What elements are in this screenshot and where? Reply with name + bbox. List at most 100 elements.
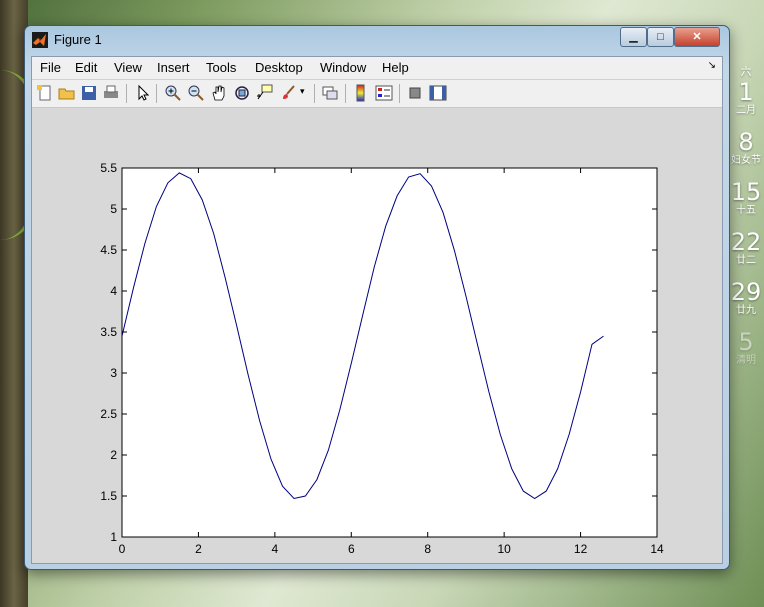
calendar-lunar-date: 十五: [736, 205, 756, 216]
link-plot-graphic: [322, 86, 338, 100]
menu-edit[interactable]: Edit: [75, 60, 97, 75]
print-graphic: [104, 85, 118, 98]
open-file-icon[interactable]: [58, 84, 76, 102]
menu-desktop[interactable]: Desktop: [255, 60, 303, 75]
link-plot-icon[interactable]: [321, 84, 339, 102]
calendar-day: 22: [730, 228, 762, 256]
y-tick-label: 1.5: [100, 489, 117, 503]
calendar-gadget[interactable]: 六 1 二月 8 妇女节 15 十五 22 廿二 29 廿九 5 清明: [728, 60, 764, 379]
brush-icon[interactable]: [280, 84, 298, 102]
calendar-weekday: 六: [740, 65, 752, 78]
calendar-entry[interactable]: 29 廿九: [728, 279, 764, 329]
calendar-day: 8: [738, 128, 754, 156]
x-tick-label: 6: [348, 542, 355, 556]
toolbar-separator: [156, 84, 157, 103]
rotate-3d-icon[interactable]: [233, 84, 251, 102]
hide-plot-tools-icon[interactable]: [406, 84, 424, 102]
calendar-entry[interactable]: 8 妇女节: [728, 129, 764, 179]
toolbar-separator: [314, 84, 315, 103]
hide-plot-tools-graphic: [409, 87, 421, 99]
calendar-entry[interactable]: 1 二月: [728, 79, 764, 129]
calendar-lunar-date: 妇女节: [731, 155, 761, 166]
menu-tools[interactable]: Tools: [206, 60, 236, 75]
y-tick-label: 4: [110, 284, 117, 298]
y-tick-label: 5: [110, 202, 117, 216]
matlab-icon-graphic: [33, 34, 46, 46]
calendar-day: 1: [738, 78, 754, 106]
menu-file[interactable]: File: [40, 60, 61, 75]
legend-icon[interactable]: [375, 84, 393, 102]
calendar-entry[interactable]: 15 十五: [728, 179, 764, 229]
x-tick-label: 10: [497, 542, 511, 556]
calendar-day: 5: [738, 328, 754, 356]
new-figure-icon[interactable]: [36, 84, 54, 102]
pan-graphic: [212, 85, 225, 101]
rotate-3d-graphic: [235, 86, 249, 100]
zoom-in-icon[interactable]: [164, 84, 182, 102]
x-tick-label: 12: [574, 542, 588, 556]
calendar-lunar-date: 廿九: [736, 305, 756, 316]
dock-arrow-icon[interactable]: ↘: [708, 60, 716, 71]
y-tick-label: 1: [110, 530, 117, 544]
menu-help[interactable]: Help: [382, 60, 409, 75]
toolbar-separator: [126, 84, 127, 103]
axes-background: [121, 167, 658, 538]
show-plot-tools-graphic: [429, 85, 447, 101]
window-title: Figure 1: [54, 32, 102, 47]
figure-canvas[interactable]: 0 2 4 6 8 10 12 14 1 1.5 2 2.5 3 3.5 4 4.5 5 5.5: [32, 108, 722, 563]
calendar-lunar-date: 廿二: [736, 255, 756, 266]
calendar-day: 15: [730, 178, 762, 206]
colorbar-icon[interactable]: [352, 84, 370, 102]
menu-view[interactable]: View: [114, 60, 142, 75]
y-tick-label: 3.5: [100, 325, 117, 339]
colorbar-graphic: [356, 84, 365, 102]
y-tick-label: 4.5: [100, 243, 117, 257]
toolbar-separator: [345, 84, 346, 103]
select-arrow-graphic: [138, 84, 150, 101]
toolbar-separator: [399, 84, 400, 103]
select-arrow-icon[interactable]: [134, 84, 152, 102]
menu-insert[interactable]: Insert: [157, 60, 190, 75]
maximize-icon: □: [657, 31, 664, 43]
menu-bar: File Edit View Insert Tools Desktop Wind…: [32, 57, 722, 80]
save-graphic: [82, 86, 96, 100]
print-icon[interactable]: [102, 84, 120, 102]
legend-graphic: [375, 85, 393, 101]
calendar-entry[interactable]: 5 清明: [728, 329, 764, 379]
calendar-entry[interactable]: 22 廿二: [728, 229, 764, 279]
zoom-in-graphic: [165, 85, 181, 101]
minimize-icon: ▁: [629, 31, 638, 43]
pan-icon[interactable]: [210, 84, 228, 102]
close-icon: ✕: [692, 31, 702, 43]
open-file-graphic: [58, 88, 75, 100]
x-tick-label: 2: [195, 542, 202, 556]
maximize-button[interactable]: □: [647, 27, 674, 47]
x-tick-label: 14: [650, 542, 664, 556]
y-tick-label: 2: [110, 448, 117, 462]
calendar-day: 29: [730, 278, 762, 306]
brush-dropdown-icon[interactable]: ▾: [300, 86, 305, 97]
menu-window[interactable]: Window: [320, 60, 366, 75]
save-icon[interactable]: [80, 84, 98, 102]
new-figure-graphic: [37, 85, 51, 101]
figure-client-area: File Edit View Insert Tools Desktop Wind…: [31, 56, 723, 564]
y-tick-label: 5.5: [100, 161, 117, 175]
title-bar[interactable]: Figure 1 ▁ □ ✕: [25, 26, 729, 54]
plot-svg[interactable]: 0 2 4 6 8 10 12 14 1 1.5 2 2.5 3 3.5 4 4.5 5 5.5: [32, 108, 722, 563]
figure-window[interactable]: Figure 1 ▁ □ ✕ File Edit View Insert Too…: [24, 25, 730, 570]
calendar-lunar-date: 清明: [736, 355, 756, 366]
brush-graphic: [283, 85, 295, 99]
calendar-lunar-date: 二月: [736, 105, 756, 116]
data-cursor-graphic: [257, 84, 273, 100]
data-cursor-icon[interactable]: [256, 84, 274, 102]
zoom-out-icon[interactable]: [187, 84, 205, 102]
minimize-button[interactable]: ▁: [620, 27, 647, 47]
x-tick-label: 0: [119, 542, 126, 556]
close-button[interactable]: ✕: [674, 27, 720, 47]
y-tick-label: 2.5: [100, 407, 117, 421]
show-plot-tools-icon[interactable]: [429, 84, 447, 102]
matlab-icon: [32, 32, 48, 48]
x-tick-label: 8: [424, 542, 431, 556]
figure-toolbar: ▾: [32, 80, 722, 108]
y-tick-label: 3: [110, 366, 117, 380]
